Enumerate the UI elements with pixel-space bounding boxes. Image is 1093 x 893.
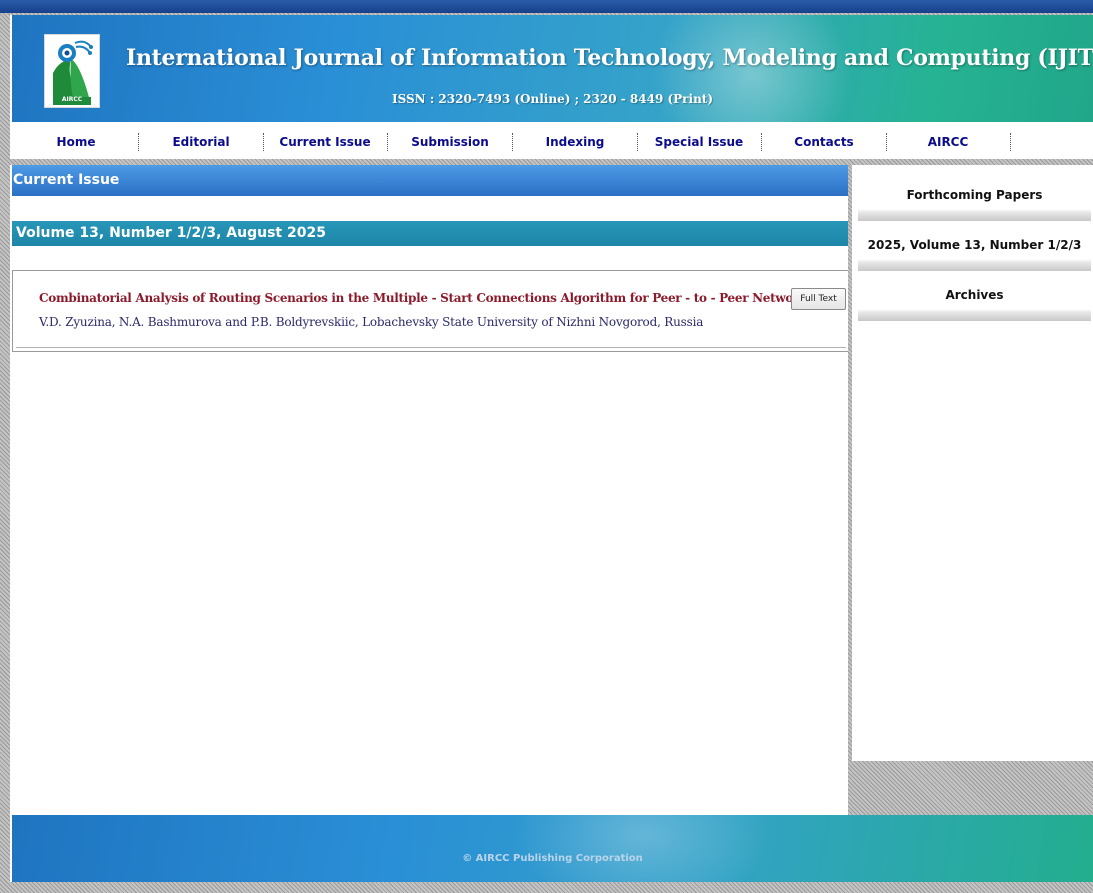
volume-title-bar: Volume 13, Number 1/2/3, August 2025 (12, 221, 850, 246)
browser-top-bar (0, 0, 1093, 13)
main-right-border (848, 165, 852, 815)
nav-indexing[interactable]: Indexing (513, 133, 638, 151)
sidebar-lower-pattern (852, 761, 1093, 815)
paper-authors: V.D. Zyuzina, N.A. Bashmurova and P.B. B… (39, 315, 704, 329)
main-navigation: Home Editorial Current Issue Submission … (12, 122, 1093, 160)
page-container: AIRCC International Journal of Informati… (10, 15, 1093, 882)
sidebar-item-archives[interactable]: Archives (858, 281, 1091, 321)
sidebar-item-current-volume[interactable]: 2025, Volume 13, Number 1/2/3 (858, 231, 1091, 271)
paper-entry: Combinatorial Analysis of Routing Scenar… (12, 270, 850, 352)
section-title-bar: Current Issue (12, 165, 850, 196)
issn-line: ISSN : 2320-7493 (Online) ; 2320 - 8449 … (391, 92, 714, 106)
full-text-button[interactable]: Full Text (791, 288, 846, 310)
paper-divider (16, 347, 846, 348)
journal-title: International Journal of Information Tec… (126, 45, 1093, 71)
paper-title[interactable]: Combinatorial Analysis of Routing Scenar… (39, 291, 814, 305)
nav-current-issue[interactable]: Current Issue (263, 133, 388, 151)
footer-glow (512, 815, 772, 882)
footer-copyright: © AIRCC Publishing Corporation (462, 853, 643, 864)
nav-contacts[interactable]: Contacts (762, 133, 887, 151)
sidebar-item-forthcoming-papers[interactable]: Forthcoming Papers (858, 181, 1091, 221)
nav-aircc[interactable]: AIRCC (886, 133, 1011, 151)
nav-home[interactable]: Home (14, 133, 139, 151)
nav-submission[interactable]: Submission (388, 133, 513, 151)
sidebar: Forthcoming Papers 2025, Volume 13, Numb… (856, 165, 1093, 761)
site-header: AIRCC International Journal of Informati… (12, 15, 1093, 122)
main-content: Current Issue Volume 13, Number 1/2/3, A… (12, 165, 850, 815)
nav-editorial[interactable]: Editorial (139, 133, 264, 151)
nav-special-issue[interactable]: Special Issue (637, 133, 762, 151)
site-footer: © AIRCC Publishing Corporation (12, 815, 1093, 882)
